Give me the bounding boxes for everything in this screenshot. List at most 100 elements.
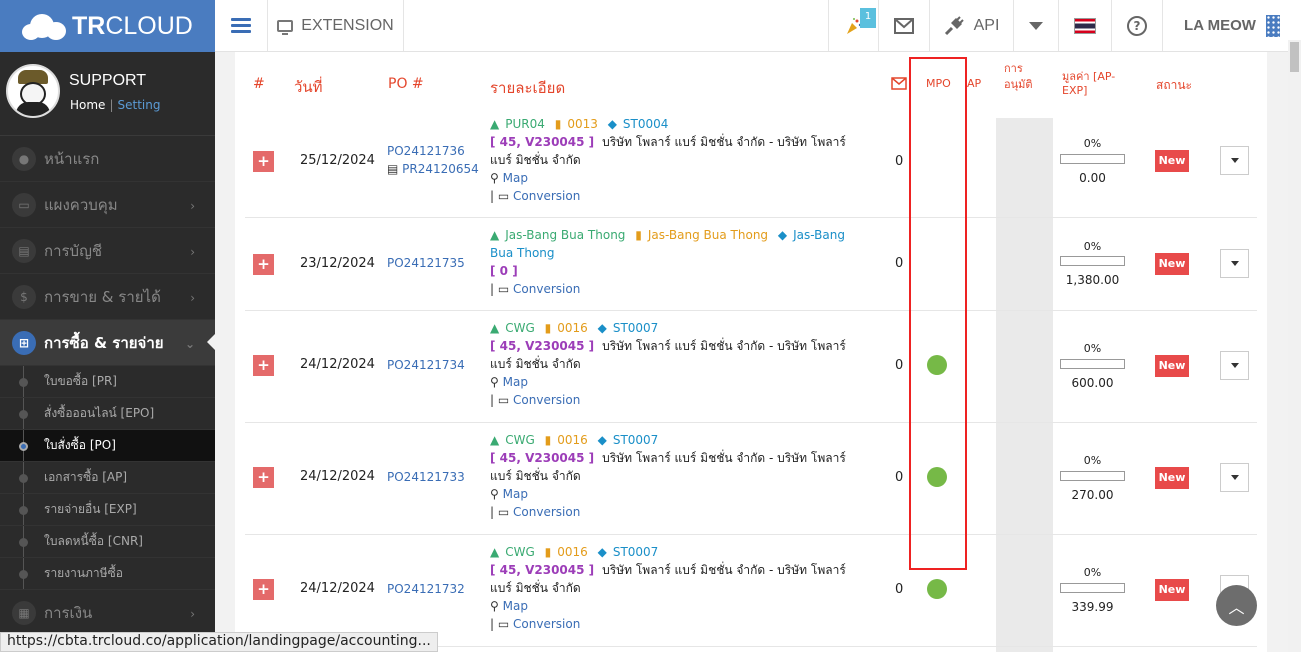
- brand-name-bold: TR: [72, 11, 106, 40]
- map-marker-icon: ⚲: [490, 171, 503, 185]
- map-link[interactable]: Map: [503, 487, 528, 501]
- conversion-icon: | ▭: [490, 282, 514, 296]
- amount: 600.00: [1071, 376, 1114, 390]
- user-icon: ▲: [490, 117, 500, 131]
- tag-stock: ST0007: [612, 321, 659, 335]
- chevron-right-icon: ›: [190, 607, 195, 621]
- progress-percent: 0%: [1083, 342, 1102, 355]
- sidebar-item-dashboard[interactable]: ▭ แผงควบคุม ›: [0, 182, 215, 228]
- row-date: 24/12/2024: [300, 469, 375, 484]
- sidebar-subitem-tax-report[interactable]: รายงานภาษีซื้อ: [0, 558, 215, 590]
- expand-row-button[interactable]: +: [253, 254, 274, 275]
- po-link[interactable]: PO24121735: [387, 256, 465, 270]
- po-link[interactable]: PO24121732: [387, 582, 465, 596]
- po-link[interactable]: PO24121734: [387, 358, 465, 372]
- language-button[interactable]: [1058, 0, 1111, 51]
- conversion-link[interactable]: Conversion: [513, 505, 580, 519]
- extension-label: EXTENSION: [301, 16, 394, 34]
- profile-name: SUPPORT: [69, 72, 147, 89]
- sidebar-subitem-exp[interactable]: รายจ่ายอื่น [EXP]: [0, 494, 215, 526]
- mail-button[interactable]: [878, 0, 929, 51]
- tag-building: 0013: [567, 117, 598, 131]
- menu-toggle-button[interactable]: [215, 0, 267, 51]
- po-link[interactable]: PO24121736: [387, 144, 465, 158]
- sidebar-item-finance[interactable]: ▦ การเงิน ›: [0, 590, 215, 636]
- map-link[interactable]: Map: [503, 375, 528, 389]
- chevron-right-icon: ›: [190, 199, 195, 213]
- expand-row-button[interactable]: +: [253, 355, 274, 376]
- user-icon: ▲: [490, 545, 500, 559]
- table-row: + 23/12/2024 PO24121735 ▲ Jas-Bang Bua Th…: [245, 218, 1257, 311]
- sidebar-item-sales[interactable]: $ การขาย & รายได้ ›: [0, 274, 215, 320]
- sidebar-subitem-po[interactable]: ใบสั่งซื้อ [PO]: [0, 430, 215, 462]
- sidebar-item-accounting[interactable]: ▤ การบัญชี ›: [0, 228, 215, 274]
- sidebar-subitem-label: ใบลดหนี้ซื้อ [CNR]: [44, 534, 143, 548]
- tag-building: 0016: [557, 321, 588, 335]
- sidebar-item-purchase[interactable]: ⊞ การซื้อ & รายจ่าย ⌄: [0, 320, 215, 366]
- thai-flag-icon: [1074, 17, 1096, 34]
- profile-link-separator: |: [109, 98, 114, 112]
- page-scrollbar[interactable]: [1288, 40, 1301, 652]
- sidebar-subitem-cnr[interactable]: ใบลดหนี้ซื้อ [CNR]: [0, 526, 215, 558]
- sidebar-subitem-label: รายงานภาษีซื้อ: [44, 566, 123, 580]
- document-icon: ▤: [387, 162, 403, 176]
- expand-row-button[interactable]: +: [253, 151, 274, 172]
- tag-building: 0016: [557, 545, 588, 559]
- sidebar-subitem-ap[interactable]: เอกสารซื้อ [AP]: [0, 462, 215, 494]
- conversion-link[interactable]: Conversion: [513, 617, 580, 631]
- api-button[interactable]: API: [929, 0, 1013, 51]
- expand-row-button[interactable]: +: [253, 579, 274, 600]
- building-icon: ▮: [635, 228, 642, 242]
- scrollbar-thumb[interactable]: [1290, 42, 1299, 72]
- scroll-to-top-button[interactable]: ︿: [1216, 585, 1257, 626]
- sidebar-item-label: การเงิน: [44, 603, 93, 622]
- col-header-date[interactable]: วันที่: [294, 75, 323, 99]
- conversion-link[interactable]: Conversion: [513, 282, 580, 296]
- user-icon: ▲: [490, 433, 500, 447]
- vendor-name: บริษัท โพลาร์ แบร์ มิชชั่น จำกัด - บริษั…: [602, 339, 846, 353]
- user-menu[interactable]: LA MEOW: [1162, 0, 1301, 51]
- sidebar-subitem-label: เอกสารซื้อ [AP]: [44, 470, 128, 484]
- pr-link[interactable]: ▤ PR24120654: [387, 162, 479, 176]
- amount: 0.00: [1079, 171, 1106, 185]
- row-detail: ▲ CWG ▮ 0016 ◆ ST0007 [ 45, V230045 ] บริษัท…: [490, 431, 870, 521]
- dollar-icon: $: [12, 284, 36, 309]
- col-header-po[interactable]: PO #: [388, 76, 424, 92]
- table-row: + 24/12/2024 PO24121732 ▲ CWG ▮ 0016 ◆ ST00…: [245, 535, 1257, 647]
- sidebar-subitem-epo[interactable]: สั่งซื้อออนไลน์ [EPO]: [0, 398, 215, 430]
- po-link[interactable]: PO24121733: [387, 470, 465, 484]
- row-detail: ▲ PUR04 ▮ 0013 ◆ ST0004 [ 45, V230045 ] บริษ…: [490, 115, 870, 205]
- chevron-right-icon: ›: [190, 245, 195, 259]
- help-button[interactable]: ?: [1111, 0, 1162, 51]
- sidebar-item-label: การบัญชี: [44, 241, 103, 260]
- row-action-dropdown[interactable]: [1220, 146, 1249, 175]
- box-icon: ◆: [597, 545, 607, 559]
- row-action-dropdown[interactable]: [1220, 463, 1249, 492]
- chevron-up-icon: ︿: [1228, 597, 1245, 617]
- tag-stock-cont: Bua Thong: [490, 246, 555, 260]
- brand-logo[interactable]: TRCLOUD: [0, 0, 215, 52]
- sidebar-subitem-label: ใบสั่งซื้อ [PO]: [44, 438, 116, 452]
- pr-link-label: PR24120654: [402, 162, 479, 176]
- notification-button[interactable]: 1: [828, 0, 878, 51]
- conversion-link[interactable]: Conversion: [513, 393, 580, 407]
- avatar[interactable]: [6, 64, 60, 118]
- conversion-link[interactable]: Conversion: [513, 189, 580, 203]
- map-link[interactable]: Map: [503, 171, 528, 185]
- vendor-name-cont: แบร์ มิชชั่น จำกัด: [490, 153, 581, 167]
- sidebar-item-home[interactable]: ● หน้าแรก: [0, 136, 215, 182]
- dropdown-button[interactable]: [1013, 0, 1058, 51]
- conversion-icon: | ▭: [490, 617, 514, 631]
- chevron-right-icon: ›: [190, 291, 195, 305]
- map-link[interactable]: Map: [503, 599, 528, 613]
- row-action-dropdown[interactable]: [1220, 249, 1249, 278]
- home-link[interactable]: Home: [70, 98, 105, 112]
- mail-count: 0: [895, 256, 904, 271]
- row-action-dropdown[interactable]: [1220, 351, 1249, 380]
- expand-row-button[interactable]: +: [253, 467, 274, 488]
- vendor-code: [ 45, V230045 ]: [490, 135, 595, 149]
- sidebar-subitem-pr[interactable]: ใบขอซื้อ [PR]: [0, 366, 215, 398]
- vendor-code: [ 0 ]: [490, 264, 518, 278]
- setting-link[interactable]: Setting: [117, 98, 160, 112]
- extension-button[interactable]: EXTENSION: [267, 0, 404, 51]
